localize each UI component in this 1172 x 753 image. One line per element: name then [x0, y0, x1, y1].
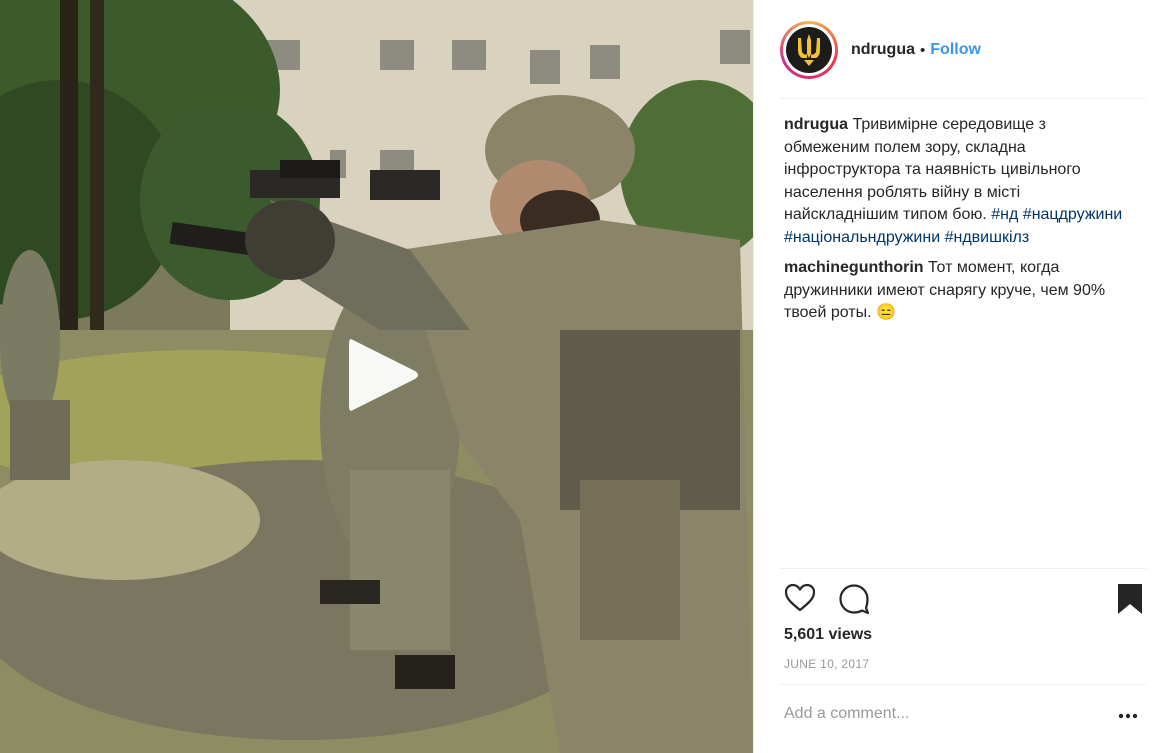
expressionless-face-emoji: 😑: [876, 304, 896, 321]
user-comment: machinegunthorin Тот момент, когда дружи…: [784, 257, 1134, 325]
add-comment-input[interactable]: Add a comment...: [784, 705, 1084, 723]
post-video[interactable]: [0, 0, 753, 753]
caption-comment: ndrugua Тривимірне середовище з обмежени…: [784, 114, 1134, 249]
hashtag-link[interactable]: #нд: [991, 206, 1018, 223]
trident-logo-icon: [798, 34, 820, 66]
follow-button[interactable]: Follow: [930, 41, 981, 59]
post-header: ndrugua • Follow: [780, 20, 1140, 80]
view-count[interactable]: 5,601 views: [784, 626, 872, 644]
ellipsis-icon[interactable]: [1118, 713, 1138, 719]
header-divider: [780, 98, 1146, 99]
separator-dot: •: [920, 41, 926, 59]
post-side-panel: ndrugua • Follow ndrugua Тривимірне сере…: [753, 0, 1172, 753]
play-button[interactable]: [338, 332, 424, 418]
bookmark-icon[interactable]: [1117, 583, 1143, 615]
hashtag-link[interactable]: #національндружини: [784, 229, 940, 246]
actions-divider: [780, 568, 1146, 569]
speech-bubble-icon[interactable]: [838, 583, 870, 615]
play-icon: [349, 339, 418, 411]
comment-author[interactable]: ndrugua: [784, 116, 848, 133]
comment-author[interactable]: machinegunthorin: [784, 259, 924, 276]
username-link[interactable]: ndrugua: [851, 41, 915, 59]
action-bar: [784, 583, 1142, 615]
hashtag-link[interactable]: #ндвишкілз: [945, 229, 1030, 246]
comment-divider: [780, 684, 1146, 685]
hashtag-link[interactable]: #нацдружини: [1023, 206, 1122, 223]
avatar[interactable]: [780, 21, 838, 79]
heart-icon[interactable]: [784, 583, 816, 613]
post-date[interactable]: JUNE 10, 2017: [784, 657, 869, 671]
comments-list: ndrugua Тривимірне середовище з обмежени…: [784, 114, 1134, 333]
